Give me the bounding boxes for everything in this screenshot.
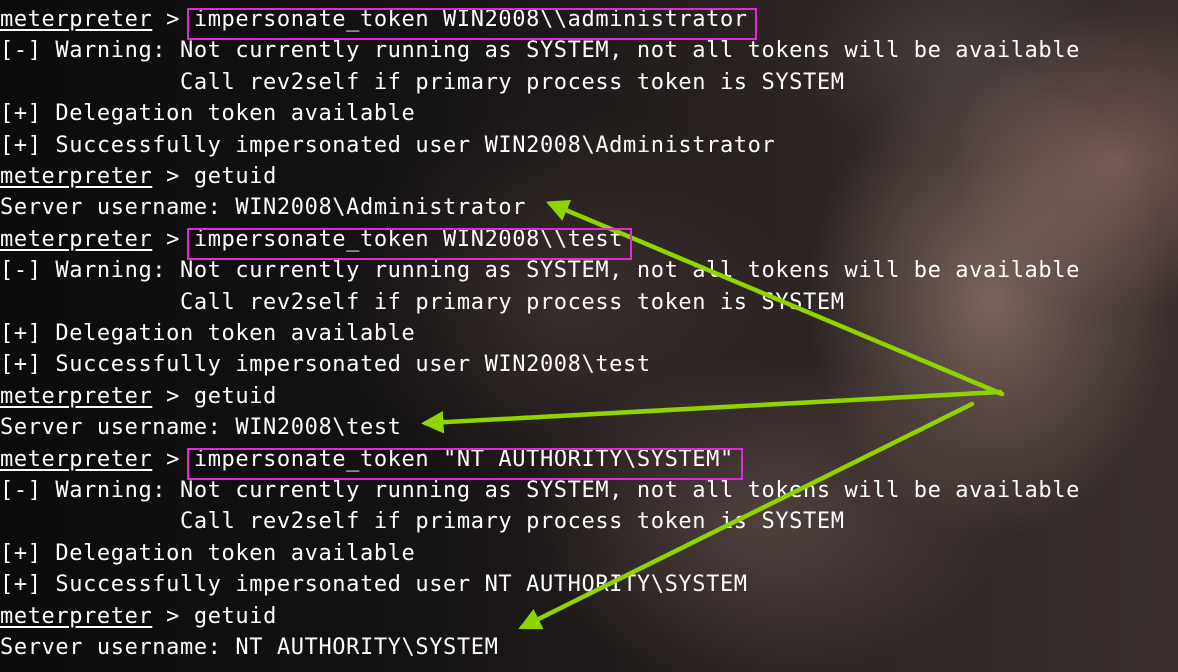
terminal-window: meterpreter > impersonate_token WIN2008\… [0,0,1178,672]
annotation-arrow [545,200,1005,397]
annotation-arrow [518,401,975,630]
annotation-arrow [421,389,1003,434]
annotation-arrows [421,200,1005,630]
